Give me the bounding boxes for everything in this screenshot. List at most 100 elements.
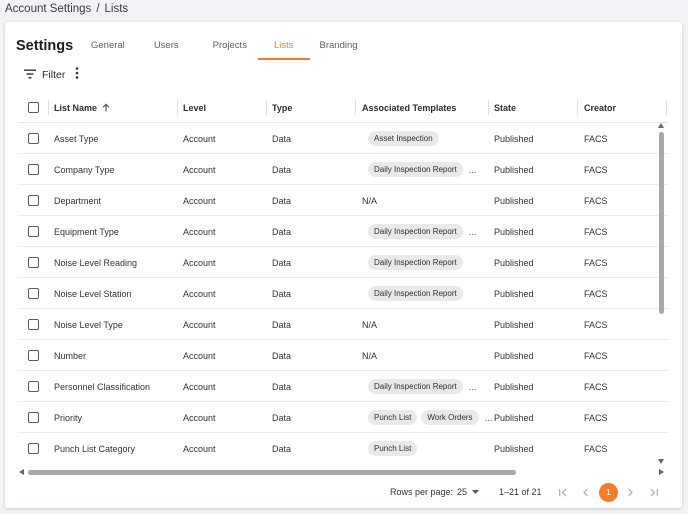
- list-name-cell[interactable]: Noise Level Type: [54, 309, 123, 340]
- level-cell: Account: [183, 226, 216, 237]
- row-checkbox[interactable]: [28, 164, 39, 175]
- tab-branding[interactable]: Branding: [310, 35, 368, 60]
- scroll-up-arrow-icon[interactable]: [658, 123, 664, 128]
- level-cell: Account: [183, 164, 216, 175]
- associated-templates-cell: Daily Inspection Report...: [368, 216, 476, 247]
- level-cell: Account: [183, 412, 216, 423]
- row-select-cell: [28, 216, 39, 247]
- list-name-cell[interactable]: Department: [54, 185, 101, 216]
- state-cell: Published: [494, 412, 534, 423]
- row-checkbox[interactable]: [28, 133, 39, 144]
- more-options-button[interactable]: [75, 66, 79, 84]
- more-templates-indicator[interactable]: ...: [485, 413, 493, 423]
- settings-tabs: General Users Projects Lists Branding: [80, 35, 368, 60]
- template-chip[interactable]: Daily Inspection Report: [368, 224, 463, 239]
- more-templates-indicator[interactable]: ...: [469, 165, 477, 175]
- table-row[interactable]: Department Account Data N/A Published FACS: [18, 185, 668, 216]
- current-page-indicator[interactable]: 1: [599, 482, 618, 502]
- type-cell: Data: [272, 319, 292, 330]
- more-templates-indicator[interactable]: ...: [469, 227, 477, 237]
- row-checkbox[interactable]: [28, 350, 39, 361]
- state-cell: Published: [494, 288, 534, 299]
- last-page-button[interactable]: [649, 482, 659, 502]
- table-row[interactable]: Noise Level Type Account Data N/A Published F…: [18, 309, 668, 340]
- row-checkbox[interactable]: [28, 226, 39, 237]
- table-row[interactable]: Company Type Account Data Daily Inspection …: [18, 154, 668, 185]
- column-header-state[interactable]: State: [494, 92, 516, 123]
- chevron-left-icon: [582, 488, 589, 497]
- previous-page-button[interactable]: [582, 482, 589, 502]
- list-name-cell[interactable]: Punch List Category: [54, 433, 135, 460]
- template-chip[interactable]: Daily Inspection Report: [368, 379, 463, 394]
- tab-projects[interactable]: Projects: [196, 35, 258, 60]
- horizontal-scrollbar[interactable]: [18, 468, 668, 477]
- list-name-cell[interactable]: Equipment Type: [54, 216, 119, 247]
- first-page-button[interactable]: [558, 482, 568, 502]
- table-row[interactable]: Priority Account Data Punch List Work Orders…: [18, 402, 668, 433]
- row-checkbox[interactable]: [28, 257, 39, 268]
- next-page-button[interactable]: [627, 482, 634, 502]
- template-chip[interactable]: Work Orders: [421, 410, 479, 425]
- table-row[interactable]: Noise Level Reading Account Data Daily Insp…: [18, 247, 668, 278]
- list-name-cell[interactable]: Noise Level Station: [54, 278, 132, 309]
- row-checkbox[interactable]: [28, 443, 39, 454]
- column-header-type[interactable]: Type: [272, 92, 292, 123]
- table-row[interactable]: Equipment Type Account Data Daily Inspectio…: [18, 216, 668, 247]
- breadcrumb-separator: /: [96, 3, 100, 15]
- row-checkbox[interactable]: [28, 381, 39, 392]
- column-header-associated-templates[interactable]: Associated Templates: [362, 92, 456, 123]
- rows-per-page-select[interactable]: 25: [457, 482, 480, 502]
- table-row[interactable]: Personnel Classification Account Data Daily…: [18, 371, 668, 402]
- list-name-cell[interactable]: Noise Level Reading: [54, 247, 137, 278]
- select-all-checkbox[interactable]: [28, 102, 39, 113]
- list-name-cell[interactable]: Asset Type: [54, 123, 98, 154]
- settings-card: Settings General Users Projects Lists Br…: [5, 22, 682, 508]
- row-select-cell: [28, 309, 39, 340]
- scroll-down-arrow-icon[interactable]: [658, 459, 664, 464]
- filter-button[interactable]: Filter: [24, 66, 65, 84]
- list-name-cell[interactable]: Company Type: [54, 154, 114, 185]
- arrow-up-icon: [102, 103, 110, 112]
- row-select-cell: [28, 371, 39, 402]
- table-row[interactable]: Punch List Category Account Data Punch List…: [18, 433, 668, 460]
- column-header-level[interactable]: Level: [183, 92, 206, 123]
- tab-general[interactable]: General: [80, 35, 139, 60]
- table-row[interactable]: Noise Level Station Account Data Daily Insp…: [18, 278, 668, 309]
- template-chip[interactable]: Punch List: [368, 410, 418, 425]
- template-chip[interactable]: Asset Inspection: [368, 131, 439, 146]
- more-templates-indicator[interactable]: ...: [469, 382, 477, 392]
- row-checkbox[interactable]: [28, 412, 39, 423]
- vertical-scrollbar[interactable]: [657, 123, 666, 468]
- column-header-list-name[interactable]: List Name: [54, 92, 110, 123]
- list-name-cell[interactable]: Personnel Classification: [54, 371, 150, 402]
- template-chip[interactable]: Daily Inspection Report: [368, 162, 463, 177]
- level-cell: Account: [183, 195, 216, 206]
- tab-users[interactable]: Users: [139, 35, 196, 60]
- column-header-creator[interactable]: Creator: [584, 92, 616, 123]
- state-cell: Published: [494, 195, 534, 206]
- creator-cell: FACS: [584, 164, 608, 175]
- row-checkbox[interactable]: [28, 288, 39, 299]
- table-row[interactable]: Number Account Data N/A Published FACS: [18, 340, 668, 371]
- tab-lists[interactable]: Lists: [257, 35, 310, 60]
- page-1-button[interactable]: 1: [599, 482, 618, 502]
- breadcrumb: Account Settings / Lists: [5, 3, 128, 15]
- template-chip[interactable]: Punch List: [368, 441, 418, 456]
- row-checkbox[interactable]: [28, 319, 39, 330]
- level-cell: Account: [183, 133, 216, 144]
- level-cell: Account: [183, 257, 216, 268]
- associated-templates-cell: Asset Inspection: [368, 123, 443, 154]
- template-chip[interactable]: Daily Inspection Report: [368, 255, 463, 270]
- scroll-left-arrow-icon[interactable]: [19, 469, 24, 475]
- breadcrumb-parent[interactable]: Account Settings: [5, 3, 91, 15]
- row-checkbox[interactable]: [28, 195, 39, 206]
- pagination-range: 1–21 of 21: [499, 487, 542, 497]
- horizontal-scroll-thumb[interactable]: [28, 470, 516, 475]
- scroll-right-arrow-icon[interactable]: [659, 469, 664, 475]
- vertical-scroll-thumb[interactable]: [659, 132, 664, 314]
- list-name-cell[interactable]: Number: [54, 340, 86, 371]
- template-chip[interactable]: Daily Inspection Report: [368, 286, 463, 301]
- table-row[interactable]: Asset Type Account Data Asset Inspection Pub…: [18, 123, 668, 154]
- pagination-bar: Rows per page: 25 1–21 of 21 1: [5, 482, 682, 502]
- list-name-cell[interactable]: Priority: [54, 402, 82, 433]
